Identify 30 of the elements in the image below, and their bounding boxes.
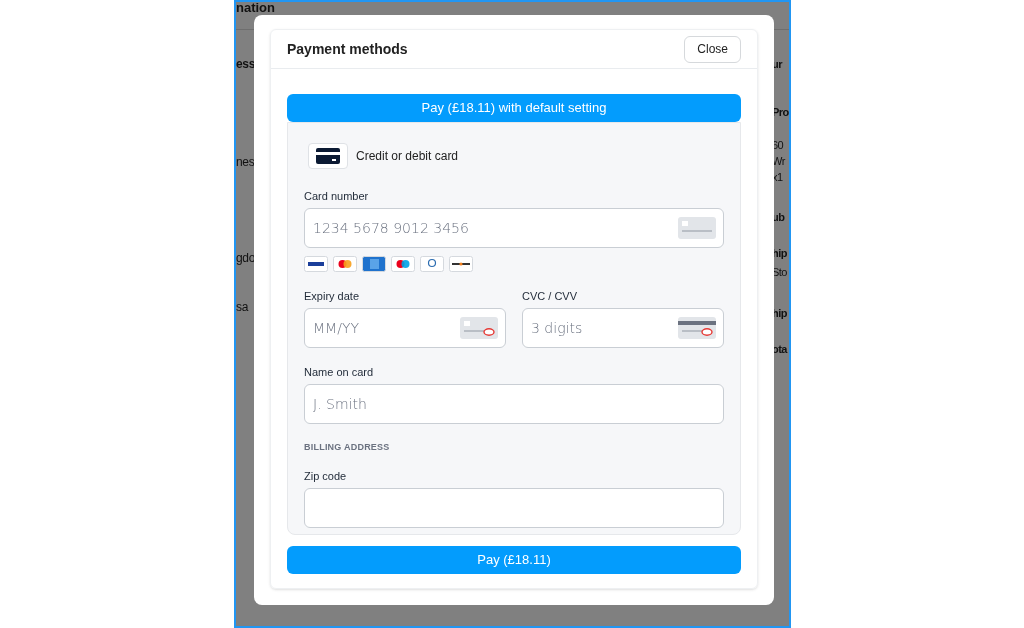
zip-field[interactable] bbox=[304, 487, 724, 528]
table-cell: nes bbox=[236, 154, 256, 170]
name-field[interactable]: J. Smith bbox=[304, 384, 724, 424]
expiry-field[interactable]: MM/YY bbox=[304, 308, 506, 348]
card-icon bbox=[678, 317, 716, 339]
card-number-field[interactable]: 1234 5678 9012 3456 bbox=[304, 208, 724, 248]
table-cell-text: sa bbox=[236, 299, 250, 315]
section-heading: BILLING ADDRESS bbox=[304, 441, 391, 454]
cvc-field[interactable]: 3 digits bbox=[522, 308, 724, 348]
payment-method-label: Credit or debit card bbox=[356, 148, 459, 165]
card-brand-icon bbox=[391, 256, 415, 272]
field-label: Name on card bbox=[304, 365, 375, 379]
table-cell: ess bbox=[236, 56, 256, 72]
field-label: Card number bbox=[304, 189, 370, 203]
card-brand-icon bbox=[333, 256, 357, 272]
field-label: CVC / CVV bbox=[522, 289, 578, 303]
field-label: Zip code bbox=[304, 468, 348, 483]
payment-method-icon bbox=[308, 143, 348, 169]
card-brand-icon bbox=[449, 256, 473, 272]
pay-default-button[interactable]: Pay (£18.11) with default setting bbox=[287, 94, 741, 122]
card-brand-icon bbox=[304, 256, 328, 272]
page-heading: nation bbox=[236, 2, 275, 14]
field-label: Expiry date bbox=[304, 289, 361, 303]
card-icon bbox=[460, 317, 498, 339]
dialog-title: Payment methods bbox=[287, 39, 408, 59]
card-brand-icon bbox=[420, 256, 444, 272]
card-icon bbox=[678, 217, 716, 239]
pay-button[interactable]: Pay (£18.11) bbox=[287, 546, 741, 574]
close-button[interactable]: Close bbox=[684, 35, 741, 63]
card-brand-icon bbox=[362, 256, 386, 272]
